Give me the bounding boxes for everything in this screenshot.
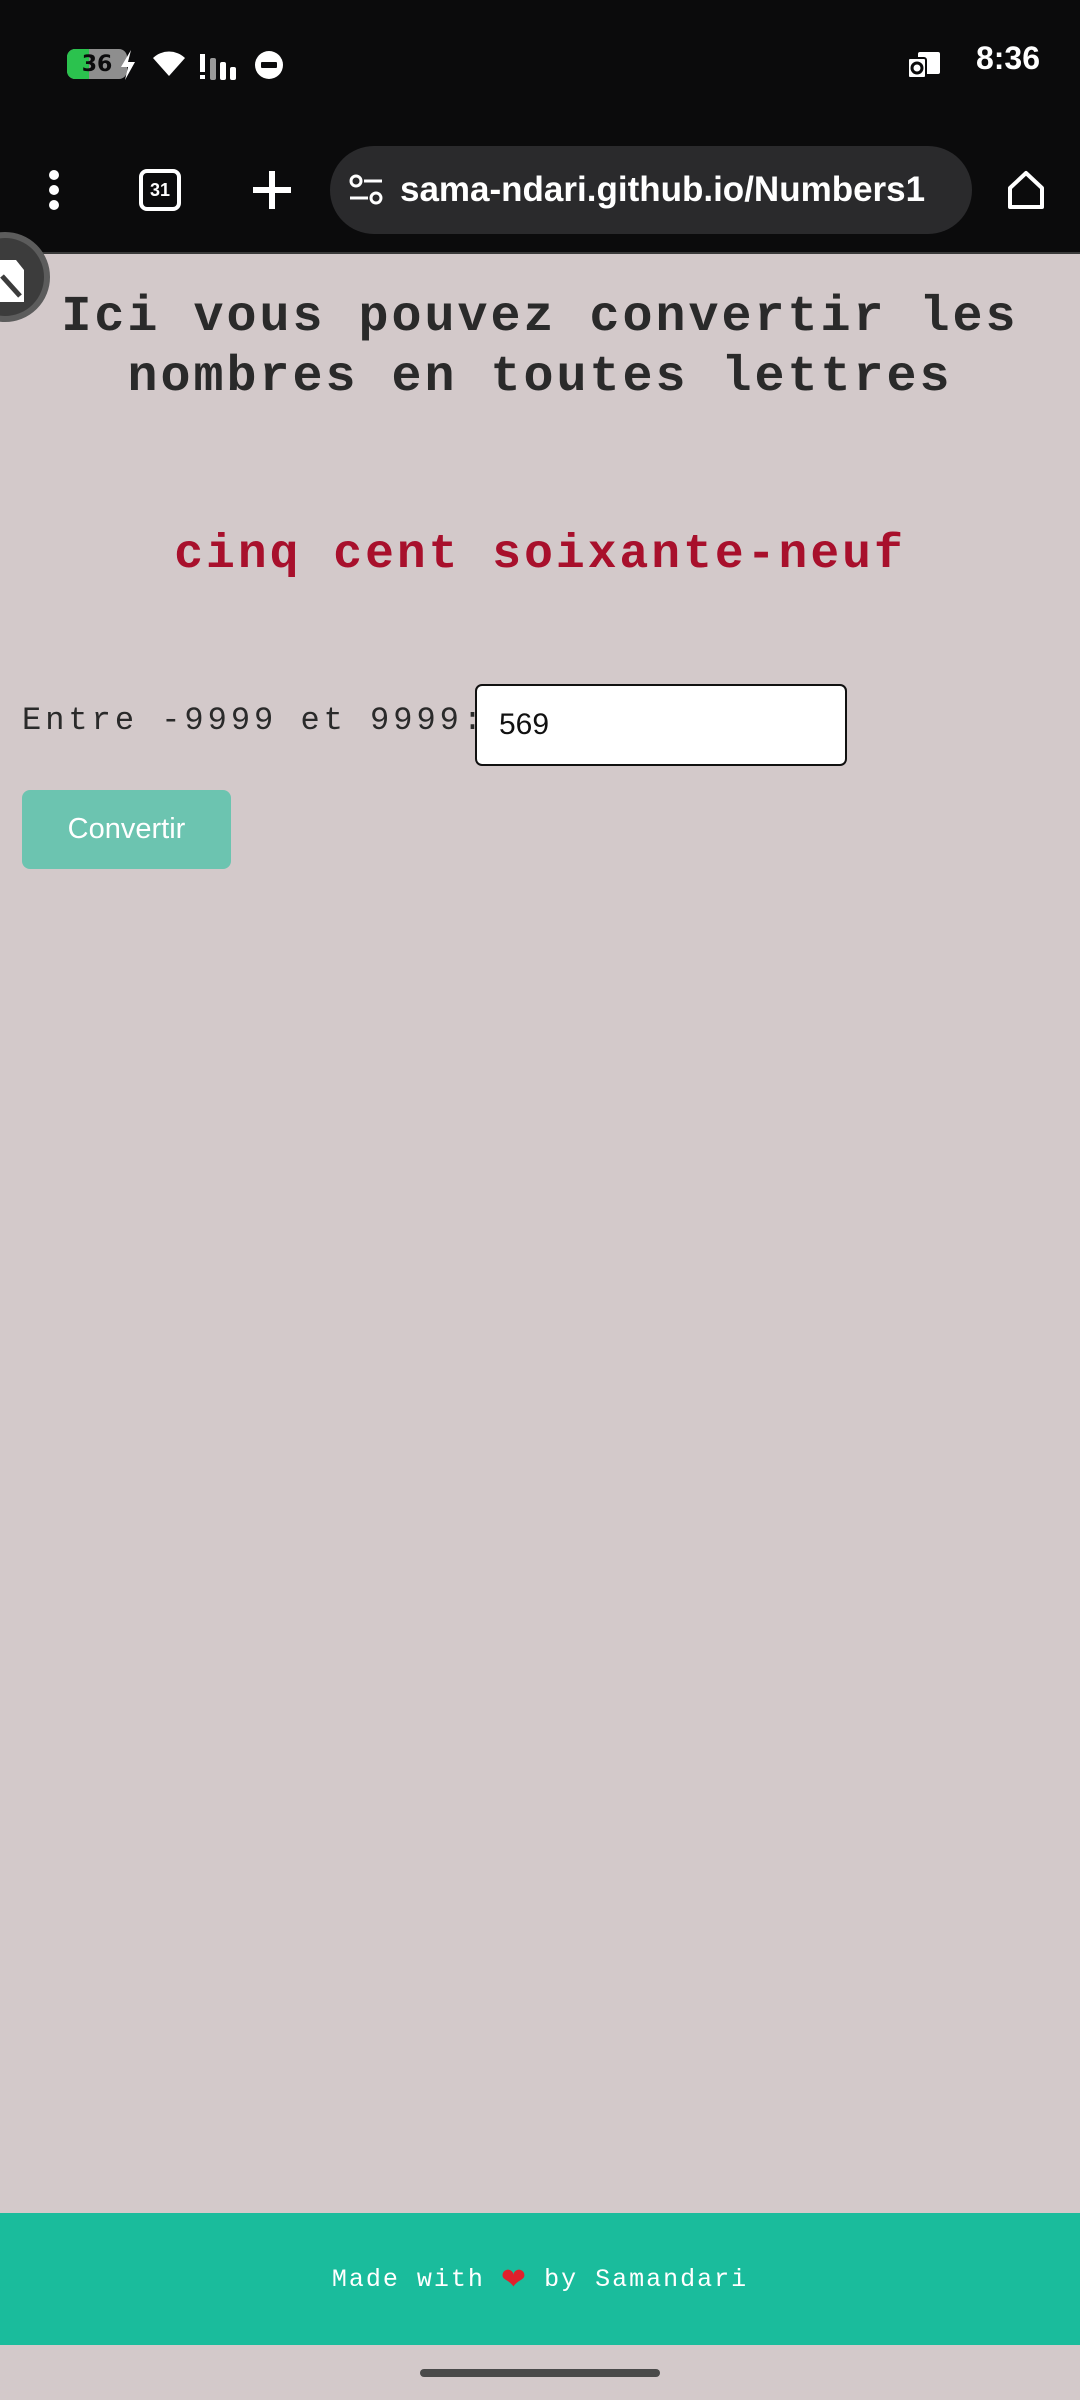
page-title: Ici vous pouvez convertir les nombres en… [61, 289, 1019, 406]
convert-button[interactable]: Convertir [22, 790, 231, 869]
home-icon [1008, 171, 1044, 209]
heart-icon: ❤ [500, 2261, 529, 2297]
home-button[interactable] [986, 150, 1066, 230]
signal-icon [200, 54, 236, 80]
conversion-result: cinq cent soixante-neuf [174, 528, 906, 582]
site-settings-icon[interactable] [348, 172, 384, 208]
clock: 8:36 [975, 40, 1040, 76]
home-indicator[interactable] [420, 2369, 660, 2377]
url-text[interactable]: sama-ndari.github.io/Numbers1 [400, 146, 960, 234]
menu-button[interactable] [14, 150, 94, 230]
wifi-icon [153, 51, 185, 76]
footer-made-with: Made with [331, 2264, 485, 2294]
browser-toolbar: 31 sama-ndari.github.io/Numbers1 [0, 128, 1080, 254]
new-tab-button[interactable] [232, 150, 312, 230]
range-label: Entre -9999 et 9999: [22, 702, 487, 739]
battery-level: 36 [81, 51, 113, 77]
number-input[interactable] [475, 684, 847, 766]
tabs-icon: 31 [139, 169, 181, 211]
charging-bolt-icon [121, 50, 135, 80]
battery-icon: 36 [67, 49, 127, 79]
menu-dots-icon [49, 170, 59, 210]
footer-author: by Samandari [544, 2264, 749, 2294]
status-bar: 36 8:36 [0, 0, 1080, 128]
outlook-notification-icon [907, 52, 940, 79]
new-tab-plus-icon [253, 171, 291, 209]
footer: Made with ❤ by Samandari [0, 2213, 1080, 2345]
url-bar[interactable]: sama-ndari.github.io/Numbers1 [330, 146, 972, 234]
tabs-button[interactable]: 31 [120, 150, 200, 230]
do-not-disturb-icon [255, 51, 283, 79]
